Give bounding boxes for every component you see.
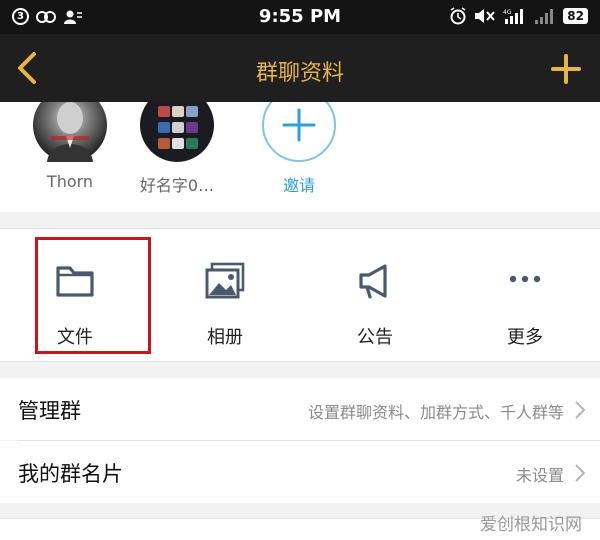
highlight-box bbox=[35, 237, 151, 354]
member-name: Thorn bbox=[46, 172, 94, 191]
album-icon bbox=[205, 262, 245, 299]
manage-group-row[interactable]: 管理群 设置群聊资料、加群方式、千人群等 bbox=[0, 378, 600, 440]
member-list: Thorn 好名字0… 邀请 bbox=[0, 102, 600, 212]
chevron-right-icon bbox=[575, 401, 586, 419]
app-tile bbox=[186, 106, 198, 117]
chevron-right-icon bbox=[575, 464, 586, 482]
avatar-clip bbox=[33, 102, 107, 162]
row-value: 设置群聊资料、加群方式、千人群等 bbox=[307, 403, 564, 422]
alarm-icon bbox=[450, 7, 466, 25]
invite-label: 邀请 bbox=[282, 176, 315, 195]
announcement-button[interactable]: 公告 bbox=[300, 229, 450, 363]
invite-member-button[interactable]: 邀请 bbox=[244, 102, 354, 196]
app-tile bbox=[186, 122, 198, 133]
album-label: 相册 bbox=[207, 327, 243, 348]
more-icon bbox=[509, 275, 541, 283]
app-tile bbox=[172, 138, 184, 149]
avatar-clip bbox=[140, 102, 214, 162]
invite-circle bbox=[262, 102, 336, 162]
row-value: 未设置 bbox=[515, 466, 564, 485]
action-grid: 文件 相册 公告 更多 bbox=[0, 228, 600, 362]
member-item[interactable]: 好名字0… bbox=[122, 102, 232, 196]
my-group-card-row[interactable]: 我的群名片 未设置 bbox=[0, 441, 600, 503]
network-type-label: 4G bbox=[503, 9, 512, 16]
status-bar: 3 9:55 PM 4G 82 bbox=[0, 0, 600, 34]
mute-icon bbox=[475, 9, 496, 23]
avatar bbox=[140, 102, 214, 162]
watermark: 爱创根知识网 bbox=[480, 515, 582, 535]
album-button[interactable]: 相册 bbox=[150, 229, 300, 363]
app-tile bbox=[158, 122, 170, 133]
battery-indicator: 82 bbox=[563, 8, 588, 24]
portrait-image bbox=[47, 102, 93, 162]
row-title: 管理群 bbox=[18, 399, 81, 423]
signal-weak-icon bbox=[535, 9, 554, 24]
member-item[interactable]: Thorn bbox=[15, 102, 125, 191]
announcement-label: 公告 bbox=[357, 327, 393, 348]
avatar bbox=[33, 102, 107, 162]
more-button[interactable]: 更多 bbox=[450, 229, 600, 363]
app-tile bbox=[172, 106, 184, 117]
app-tile bbox=[186, 138, 198, 149]
signal-icon: 4G bbox=[503, 9, 524, 24]
more-label: 更多 bbox=[507, 327, 543, 348]
plus-icon bbox=[282, 108, 316, 142]
app-tile bbox=[158, 106, 170, 117]
app-tile bbox=[158, 138, 170, 149]
plus-icon[interactable] bbox=[546, 46, 586, 90]
member-name: 好名字0… bbox=[139, 176, 215, 195]
megaphone-icon bbox=[359, 264, 387, 299]
avatar-clip bbox=[262, 102, 336, 164]
app-tile bbox=[172, 122, 184, 133]
row-title: 我的群名片 bbox=[18, 462, 123, 486]
nav-bar: 群聊资料 bbox=[0, 34, 600, 102]
page-title: 群聊资料 bbox=[255, 61, 344, 86]
status-right: 4G 82 bbox=[449, 7, 588, 25]
